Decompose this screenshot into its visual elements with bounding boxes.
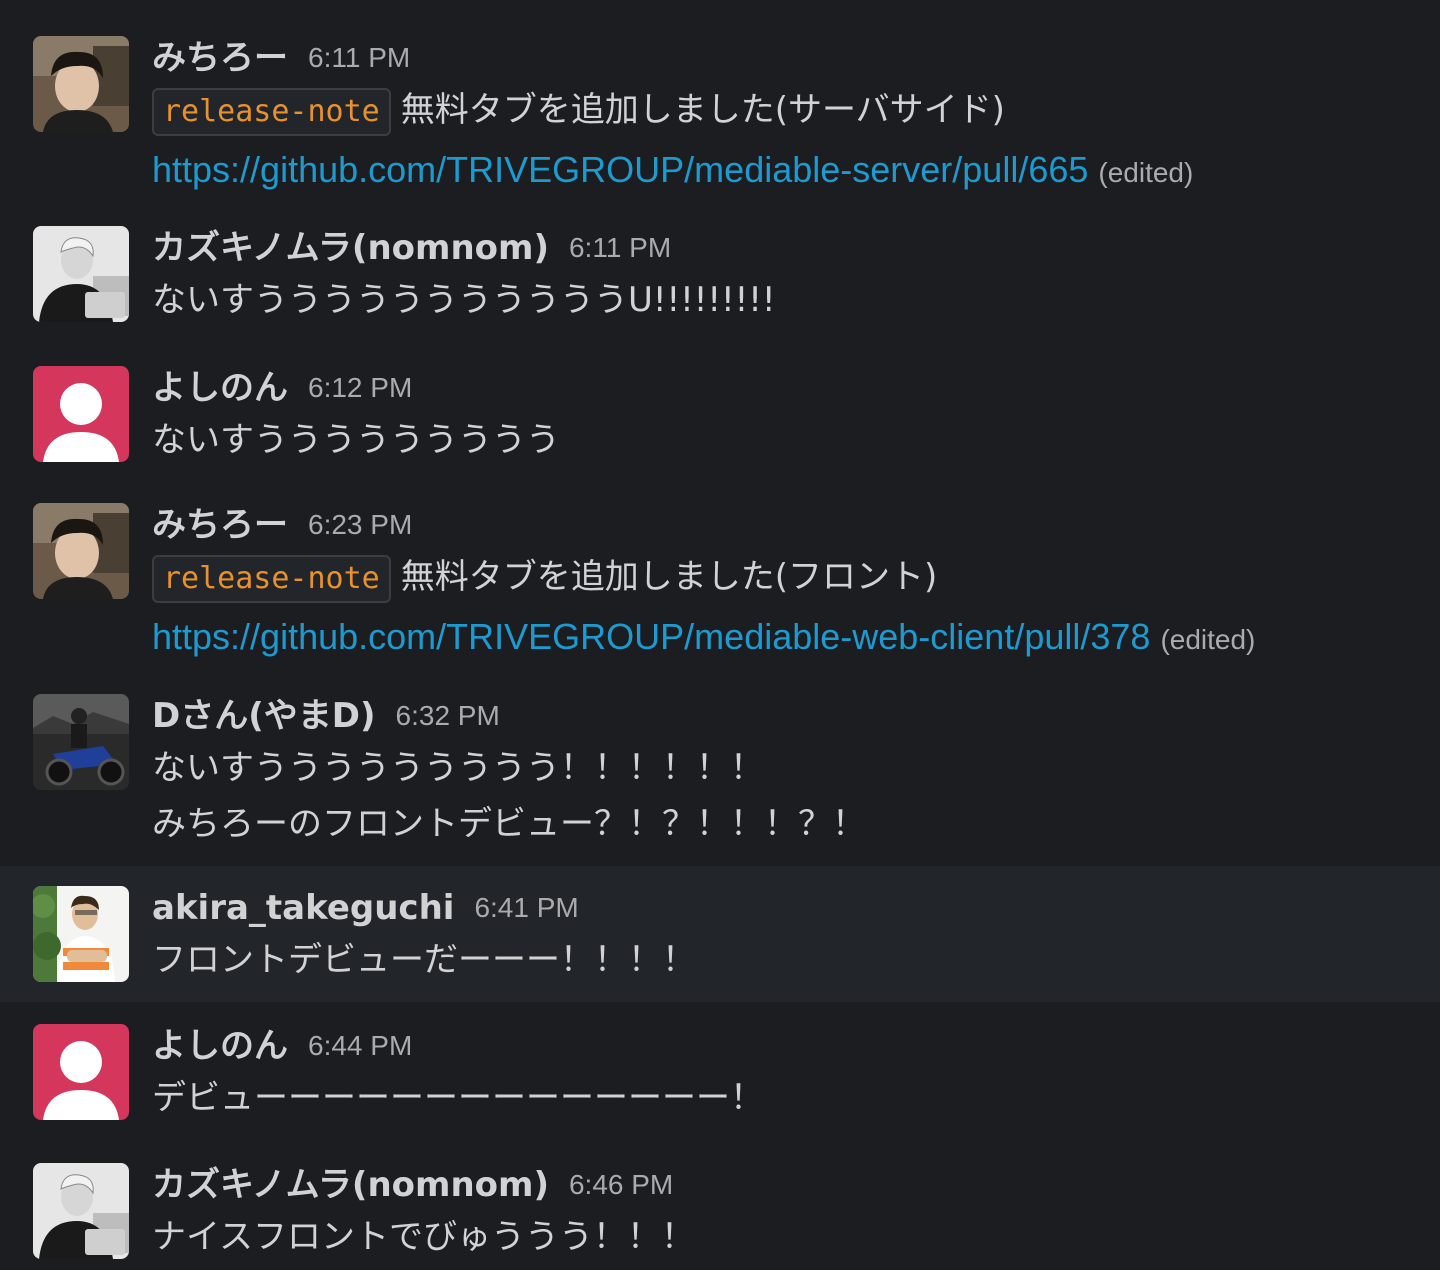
user-photo-icon [33,226,129,322]
message-timestamp[interactable]: 6:11 PM [308,42,410,73]
message-timestamp[interactable]: 6:46 PM [569,1169,673,1200]
message-text: 無料タブを追加しました(フロント) [400,557,938,597]
user-avatar[interactable] [33,226,129,322]
message-text: ないすううううううううう [152,420,560,460]
user-avatar[interactable] [33,36,129,132]
message-item[interactable]: Dさん(やまD) 6:32 PM ないすううううううううう！！！！！！ みちろーの… [0,688,1440,864]
message-text: みちろーのフロントデビュー？！？！！！？！ [152,804,866,844]
message-text: ないすうううううううううううU!!!!!!!!! [152,280,776,320]
message-item[interactable]: カズキノムラ(nomnom) 6:11 PM ないすうううううううううううU!!!… [0,220,1440,340]
author-name[interactable]: カズキノムラ(nomnom) [152,228,549,268]
edited-label: (edited) [1098,157,1194,188]
default-avatar-icon [33,1024,129,1120]
message-timestamp[interactable]: 6:23 PM [308,509,412,540]
user-avatar[interactable] [33,886,129,982]
message-text: ナイスフロントでびゅううう！！！ [152,1217,695,1257]
user-photo-icon [33,1163,129,1259]
message-timestamp[interactable]: 6:11 PM [569,232,671,263]
message-timestamp[interactable]: 6:41 PM [474,892,578,923]
message-timestamp[interactable]: 6:44 PM [308,1030,412,1061]
message-text: デビューーーーーーーーーーーーーー！ [152,1078,764,1118]
default-avatar-icon [33,366,129,462]
user-avatar[interactable] [33,1163,129,1259]
user-avatar[interactable] [33,1024,129,1120]
author-name[interactable]: カズキノムラ(nomnom) [152,1165,549,1205]
message-timestamp[interactable]: 6:32 PM [396,700,500,731]
message-item[interactable]: みちろー 6:23 PM release-note 無料タブを追加しました(フロント… [0,497,1440,667]
user-photo-icon [33,694,129,790]
author-name[interactable]: みちろー [152,38,288,78]
message-item[interactable]: カズキノムラ(nomnom) 6:46 PM ナイスフロントでびゅううう！！！ [0,1157,1440,1270]
user-avatar[interactable] [33,366,129,462]
message-item[interactable]: よしのん 6:12 PM ないすううううううううう [0,360,1440,480]
user-avatar[interactable] [33,694,129,790]
user-photo-icon [33,503,129,599]
user-photo-icon [33,36,129,132]
pull-request-link[interactable]: https://github.com/TRIVEGROUP/mediable-w… [152,616,1150,657]
message-item[interactable]: akira_takeguchi 6:41 PM フロントデビューだーーー！！！！ [0,866,1440,1002]
message-text: 無料タブを追加しました(サーバサイド) [400,90,1005,130]
author-name[interactable]: みちろー [152,505,288,545]
user-avatar[interactable] [33,503,129,599]
inline-code-tag: release-note [152,88,391,136]
author-name[interactable]: よしのん [152,368,288,408]
author-name[interactable]: よしのん [152,1026,288,1066]
user-photo-icon [33,886,129,982]
pull-request-link[interactable]: https://github.com/TRIVEGROUP/mediable-s… [152,149,1088,190]
edited-label: (edited) [1160,624,1256,655]
inline-code-tag: release-note [152,555,391,603]
message-text: ないすううううううううう！！！！！！ [152,748,764,788]
message-item[interactable]: よしのん 6:44 PM デビューーーーーーーーーーーーーー！ [0,1018,1440,1138]
message-timestamp[interactable]: 6:12 PM [308,372,412,403]
message-text: フロントデビューだーーー！！！！ [152,940,696,980]
message-item[interactable]: みちろー 6:11 PM release-note 無料タブを追加しました(サーバサ… [0,30,1440,200]
author-name[interactable]: akira_takeguchi [152,888,454,928]
author-name[interactable]: Dさん(やまD) [152,696,376,736]
